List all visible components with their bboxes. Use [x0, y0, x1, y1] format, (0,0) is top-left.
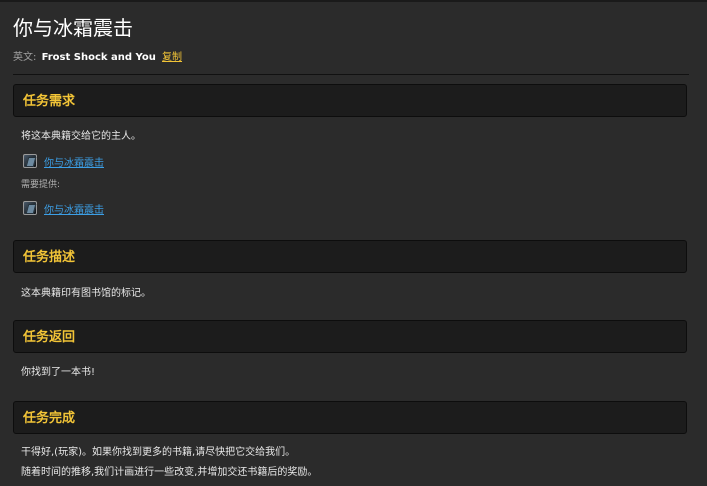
- progress-header: 任务返回: [13, 320, 687, 353]
- required-item[interactable]: 你与冰霜震击: [23, 153, 104, 169]
- requirements-objective: 将这本典籍交给它的主人。: [21, 131, 141, 142]
- description-text: 这本典籍印有图书馆的标记。: [21, 288, 151, 299]
- progress-text: 你找到了一本书!: [21, 367, 96, 378]
- requirements-header: 任务需求: [13, 84, 687, 117]
- english-name: Frost Shock and You: [41, 52, 156, 63]
- english-name-row: 英文: Frost Shock and You 复制: [13, 51, 182, 65]
- completion-text-line1: 干得好,(玩家)。如果你找到更多的书籍,请尽快把它交给我们。: [21, 447, 296, 458]
- provided-item-link[interactable]: 你与冰霜震击: [44, 201, 104, 216]
- progress-heading: 任务返回: [23, 330, 76, 345]
- provided-label: 需要提供:: [21, 180, 61, 190]
- requirements-heading: 任务需求: [23, 94, 76, 109]
- title-divider: [13, 74, 689, 75]
- english-label: 英文:: [13, 52, 37, 63]
- completion-text-line2: 随着时间的推移,我们计画进行一些改变,并增加交还书籍后的奖励。: [21, 467, 318, 478]
- quest-page: 你与冰霜震击 英文: Frost Shock and You 复制 任务需求 将…: [0, 0, 707, 486]
- completion-header: 任务完成: [13, 401, 687, 434]
- book-icon[interactable]: [23, 201, 37, 215]
- book-icon[interactable]: [23, 154, 37, 168]
- description-heading: 任务描述: [23, 250, 76, 265]
- completion-heading: 任务完成: [23, 411, 76, 426]
- provided-item[interactable]: 你与冰霜震击: [23, 200, 104, 216]
- description-header: 任务描述: [13, 240, 687, 273]
- required-item-link[interactable]: 你与冰霜震击: [44, 154, 104, 169]
- copy-link[interactable]: 复制: [162, 52, 182, 63]
- quest-title: 你与冰霜震击: [13, 16, 133, 40]
- top-border: [0, 0, 707, 2]
